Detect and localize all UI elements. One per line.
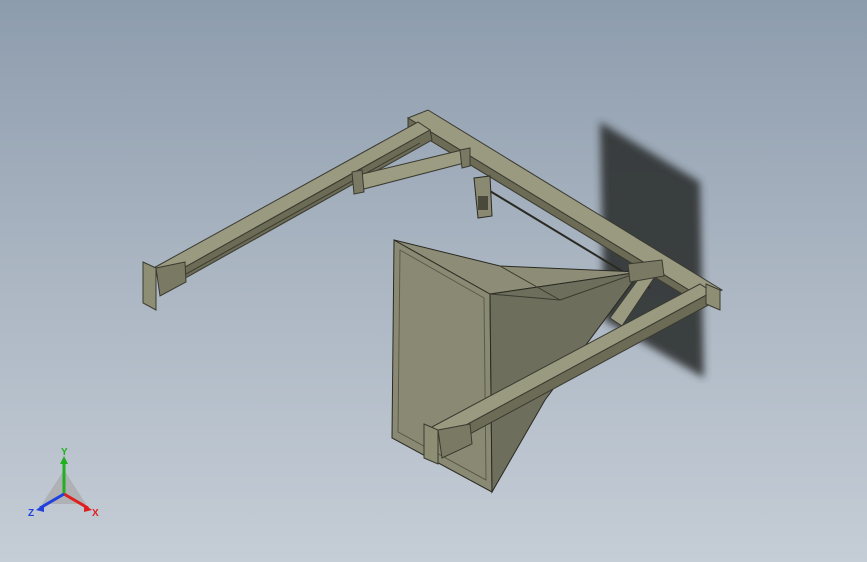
right-end-plate[interactable] xyxy=(423,423,439,465)
left-arm-beam[interactable] xyxy=(149,121,433,291)
left-end-gusset xyxy=(155,261,187,297)
model-view[interactable] xyxy=(0,0,867,562)
z-axis-label: Z xyxy=(28,508,34,519)
orientation-triad[interactable]: Y X Z xyxy=(22,446,106,526)
x-axis-arrow xyxy=(84,504,92,512)
x-axis-label: X xyxy=(92,508,99,519)
hanging-bracket[interactable] xyxy=(473,175,493,219)
left-end-plate[interactable] xyxy=(142,261,157,311)
z-axis-arrow xyxy=(36,504,44,512)
y-axis-label: Y xyxy=(61,447,68,458)
graphics-viewport[interactable]: Y X Z xyxy=(0,0,867,562)
